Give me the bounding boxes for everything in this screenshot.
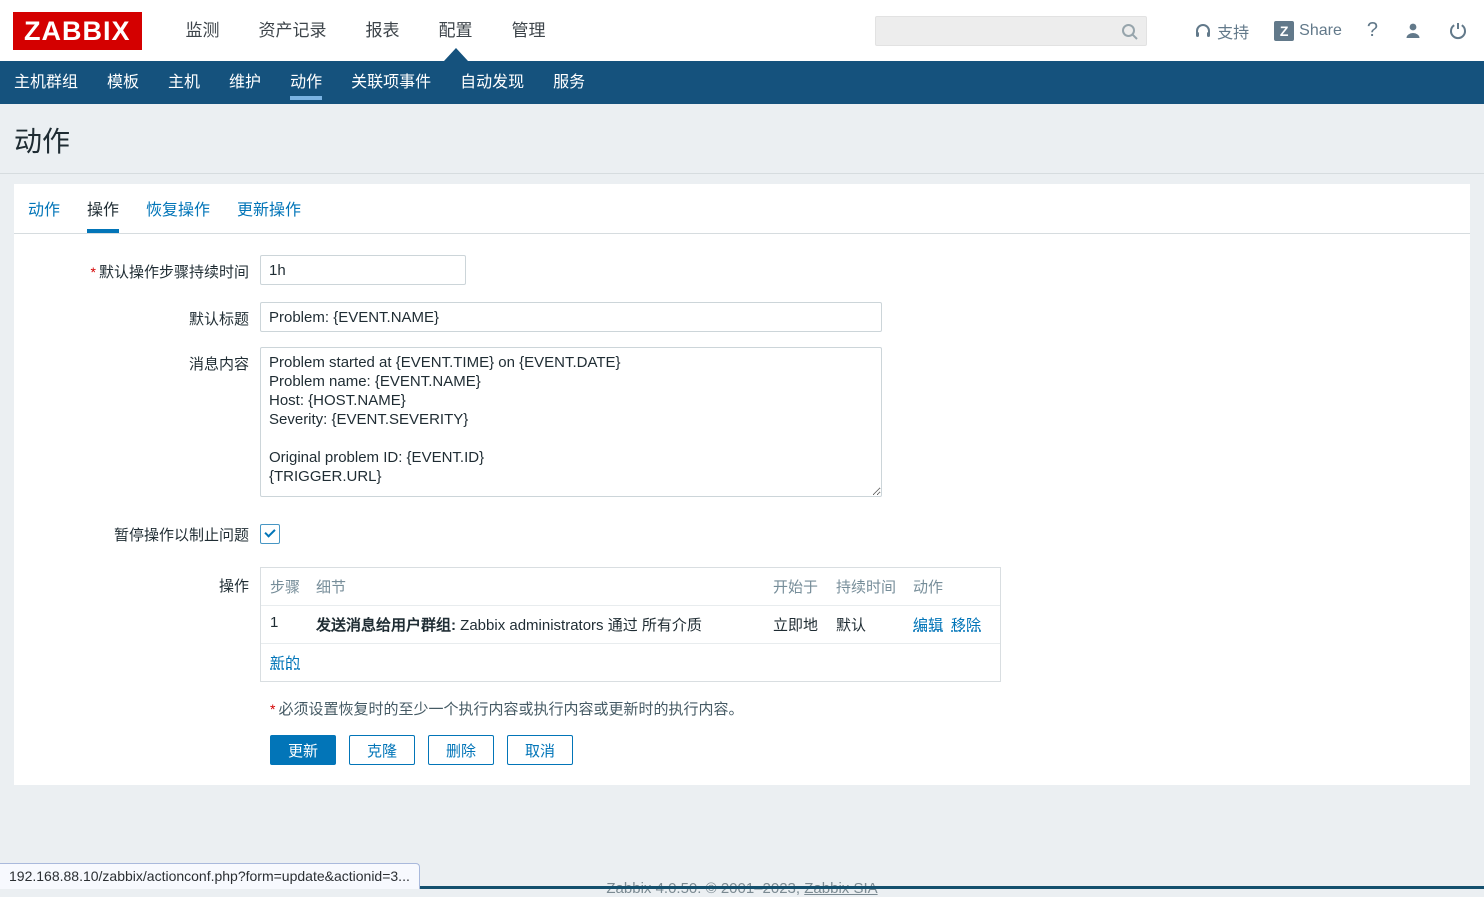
- default-step-duration-row: *默认操作步骤持续时间: [14, 255, 1470, 285]
- required-mark: *: [91, 264, 96, 280]
- header-right-group: 支持 Z Share ?: [875, 16, 1468, 46]
- pause-operations-row: 暂停操作以制止问题: [14, 522, 1470, 545]
- delete-button[interactable]: 删除: [428, 735, 494, 765]
- active-nav-pointer-icon: [444, 48, 468, 61]
- page-title: 动作: [0, 104, 1484, 173]
- operations-label: 操作: [14, 567, 260, 596]
- subnav-services[interactable]: 服务: [553, 61, 585, 104]
- col-start-in: 开始于: [768, 568, 831, 605]
- operation-step: 1: [261, 606, 311, 643]
- main-nav: 监测 资产记录 报表 配置 管理: [186, 0, 546, 61]
- tab-operations[interactable]: 操作: [87, 184, 119, 233]
- nav-monitoring[interactable]: 监测: [186, 0, 220, 61]
- operation-type: 发送消息给用户群组:: [316, 617, 456, 634]
- col-details: 细节: [311, 568, 768, 605]
- browser-status-url: 192.168.88.10/zabbix/actionconf.php?form…: [0, 863, 420, 889]
- support-label: 支持: [1217, 19, 1249, 43]
- tab-update-operations[interactable]: 更新操作: [237, 184, 301, 233]
- subnav-host-groups[interactable]: 主机群组: [14, 61, 78, 104]
- profile-icon[interactable]: [1403, 21, 1423, 41]
- logout-icon[interactable]: [1448, 21, 1468, 41]
- nav-inventory[interactable]: 资产记录: [259, 0, 327, 61]
- help-icon[interactable]: ?: [1367, 19, 1378, 42]
- nav-configuration[interactable]: 配置: [439, 0, 473, 61]
- operations-row: 操作 步骤 细节 开始于 持续时间 动作 1 发送消息给用户群组: Zabbix…: [14, 567, 1470, 682]
- search-input[interactable]: [876, 17, 1146, 45]
- support-link[interactable]: 支持: [1194, 19, 1249, 43]
- default-subject-input[interactable]: [260, 302, 882, 332]
- top-header: ZABBIX 监测 资产记录 报表 配置 管理 支持 Z: [0, 0, 1484, 61]
- zabbix-share-icon: Z: [1274, 21, 1294, 41]
- checkmark-icon: [264, 526, 275, 537]
- headset-icon: [1194, 22, 1212, 40]
- operations-table-footer: 新的: [261, 644, 1000, 681]
- operation-row: 1 发送消息给用户群组: Zabbix administrators 通过 所有…: [261, 606, 1000, 644]
- tab-recovery-operations[interactable]: 恢复操作: [146, 184, 210, 233]
- message-content-label: 消息内容: [14, 347, 260, 374]
- nav-configuration-label: 配置: [439, 21, 473, 40]
- operations-table-header: 步骤 细节 开始于 持续时间 动作: [261, 568, 1000, 606]
- share-link[interactable]: Z Share: [1274, 21, 1342, 41]
- nav-administration[interactable]: 管理: [512, 0, 546, 61]
- default-step-duration-input[interactable]: [260, 255, 466, 285]
- default-subject-row: 默认标题: [14, 302, 1470, 332]
- subnav-actions[interactable]: 动作: [290, 61, 322, 104]
- clone-button[interactable]: 克隆: [349, 735, 415, 765]
- operation-target: Zabbix administrators 通过 所有介质: [456, 617, 702, 634]
- operation-actions: 编辑 移除: [908, 606, 1000, 643]
- message-content-textarea[interactable]: Problem started at {EVENT.TIME} on {EVEN…: [260, 347, 882, 497]
- col-step: 步骤: [261, 568, 311, 605]
- subnav-hosts[interactable]: 主机: [168, 61, 200, 104]
- search-icon[interactable]: [1121, 23, 1139, 41]
- zabbix-logo[interactable]: ZABBIX: [13, 12, 142, 50]
- remove-operation-link[interactable]: 移除: [951, 614, 981, 635]
- operation-duration: 默认: [831, 606, 908, 643]
- col-duration: 持续时间: [831, 568, 908, 605]
- form-tabs: 动作 操作 恢复操作 更新操作: [14, 184, 1470, 234]
- edit-operation-link[interactable]: 编辑: [913, 614, 943, 635]
- default-step-duration-label: *默认操作步骤持续时间: [14, 255, 260, 282]
- pause-operations-checkbox[interactable]: [260, 524, 280, 544]
- config-subnav: 主机群组 模板 主机 维护 动作 关联项事件 自动发现 服务: [0, 61, 1484, 104]
- action-form-panel: 动作 操作 恢复操作 更新操作 *默认操作步骤持续时间 默认标题 消息内容 Pr…: [14, 184, 1470, 785]
- operations-table: 步骤 细节 开始于 持续时间 动作 1 发送消息给用户群组: Zabbix ad…: [260, 567, 1001, 682]
- nav-reports[interactable]: 报表: [366, 0, 400, 61]
- subnav-event-correlation[interactable]: 关联项事件: [351, 61, 431, 104]
- share-label: Share: [1299, 22, 1342, 40]
- operation-details: 发送消息给用户群组: Zabbix administrators 通过 所有介质: [311, 606, 768, 643]
- operation-start: 立即地: [768, 606, 831, 643]
- title-divider: [0, 173, 1484, 174]
- required-mark: *: [270, 701, 275, 717]
- subnav-discovery[interactable]: 自动发现: [460, 61, 524, 104]
- tab-action[interactable]: 动作: [28, 184, 60, 233]
- pause-operations-label: 暂停操作以制止问题: [14, 522, 260, 545]
- form-buttons: 更新 克隆 删除 取消: [270, 735, 1470, 765]
- default-subject-label: 默认标题: [14, 302, 260, 329]
- subnav-templates[interactable]: 模板: [107, 61, 139, 104]
- search-box: [875, 16, 1147, 46]
- subnav-maintenance[interactable]: 维护: [229, 61, 261, 104]
- cancel-button[interactable]: 取消: [507, 735, 573, 765]
- operations-form: *默认操作步骤持续时间 默认标题 消息内容 Problem started at…: [14, 234, 1470, 765]
- message-content-row: 消息内容 Problem started at {EVENT.TIME} on …: [14, 347, 1470, 497]
- update-button[interactable]: 更新: [270, 735, 336, 765]
- form-hint: *必须设置恢复时的至少一个执行内容或执行内容或更新时的执行内容。: [270, 698, 1470, 719]
- new-operation-link[interactable]: 新的: [270, 655, 300, 672]
- col-action: 动作: [908, 568, 1000, 605]
